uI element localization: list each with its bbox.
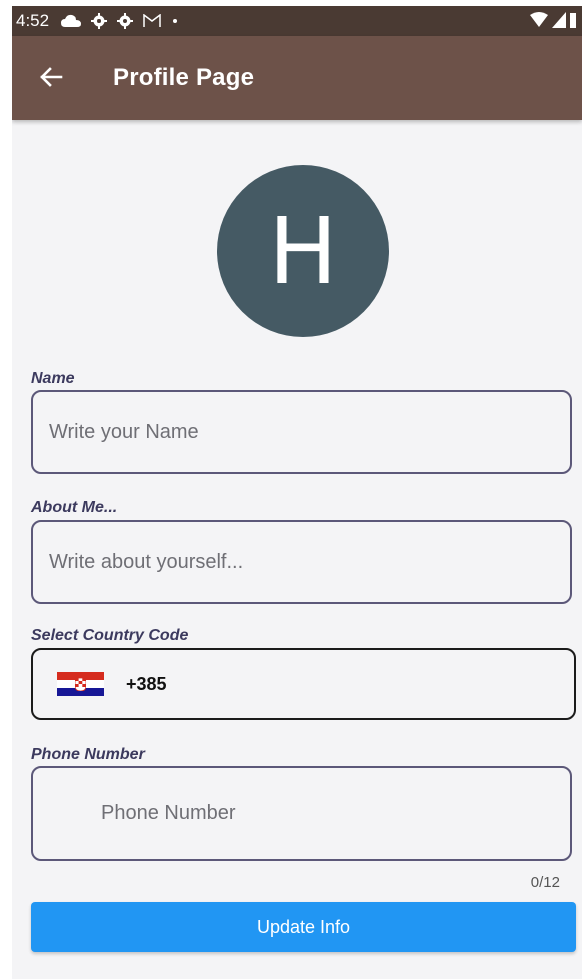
name-input[interactable] (33, 392, 570, 472)
gear-icon (91, 13, 108, 29)
country-code-label: Select Country Code (31, 627, 189, 644)
gmail-icon (143, 14, 161, 27)
dot-icon (173, 19, 178, 23)
cloud-icon (61, 14, 82, 27)
gear-icon (117, 13, 134, 29)
phone-input[interactable] (33, 768, 570, 859)
name-field[interactable] (31, 390, 572, 474)
signal-icon (552, 12, 566, 28)
about-field[interactable] (31, 520, 572, 604)
app-bar: Profile Page (12, 36, 582, 120)
avatar-initial: H (268, 197, 338, 305)
battery-icon (570, 13, 576, 28)
wifi-icon (530, 12, 548, 27)
update-info-button[interactable]: Update Info (31, 902, 576, 952)
phone-label: Phone Number (31, 746, 145, 763)
arrow-left-icon (40, 67, 63, 87)
status-time: 4:52 (16, 11, 50, 30)
phone-field[interactable] (31, 766, 572, 861)
country-code-selector[interactable]: +385 (31, 648, 576, 720)
status-right-icons (530, 12, 576, 28)
about-label: About Me... (31, 499, 118, 516)
dial-code: +385 (126, 673, 167, 694)
phone-character-counter: 0/12 (530, 874, 560, 891)
screen: 4:52 Profile Page H Name About Me... (12, 6, 582, 979)
status-icons (61, 13, 179, 29)
status-bar: 4:52 (12, 6, 582, 36)
name-label: Name (31, 370, 75, 387)
back-button[interactable] (34, 60, 68, 94)
about-input[interactable] (33, 522, 570, 602)
avatar[interactable]: H (217, 165, 389, 337)
page-title: Profile Page (113, 64, 255, 91)
croatia-flag-icon (57, 671, 104, 697)
